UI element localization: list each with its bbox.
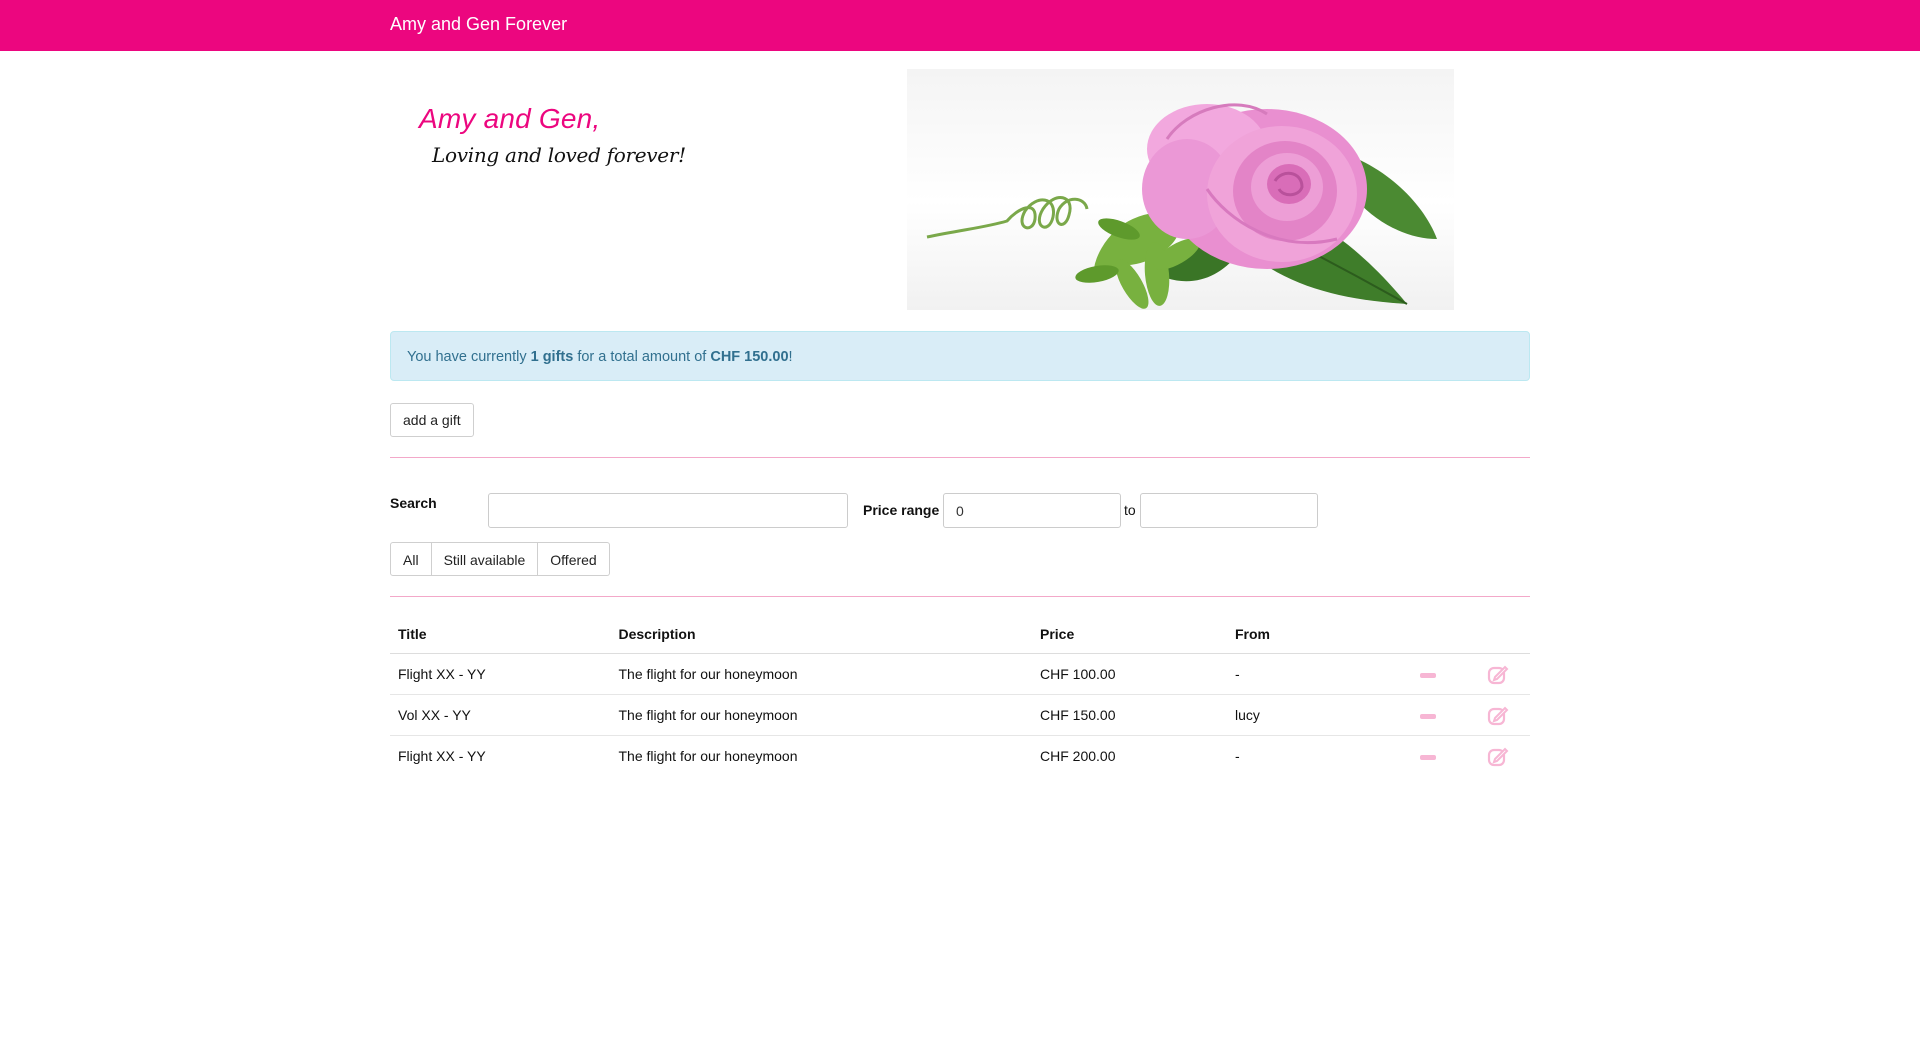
filter-offered-button[interactable]: Offered bbox=[538, 542, 610, 576]
edit-icon[interactable] bbox=[1487, 745, 1509, 767]
table-row: Flight XX - YY The flight for our honeym… bbox=[390, 653, 1530, 695]
header-description: Description bbox=[610, 614, 1032, 654]
minus-icon[interactable] bbox=[1420, 713, 1437, 719]
rose-illustration bbox=[926, 103, 1437, 309]
alert-gifts-count: 1 gifts bbox=[530, 349, 574, 365]
cell-description: The flight for our honeymoon bbox=[610, 653, 1032, 695]
gifts-table: Title Description Price From Flight XX -… bbox=[390, 614, 1530, 776]
header-from: From bbox=[1226, 614, 1391, 654]
table-header-row: Title Description Price From bbox=[390, 614, 1530, 654]
remove-cell bbox=[1391, 694, 1466, 736]
table-row: Vol XX - YY The flight for our honeymoon… bbox=[390, 694, 1530, 736]
filter-all-button[interactable]: All bbox=[390, 542, 432, 576]
edit-cell bbox=[1465, 694, 1530, 736]
gift-summary-alert: You have currently 1 gifts for a total a… bbox=[390, 331, 1530, 381]
add-gift-button[interactable]: add a gift bbox=[390, 403, 474, 437]
alert-middle: for a total amount of bbox=[573, 349, 711, 365]
header-remove bbox=[1391, 614, 1466, 654]
price-range-label: Price range bbox=[863, 502, 940, 518]
divider-bottom bbox=[390, 596, 1530, 597]
edit-icon[interactable] bbox=[1487, 663, 1509, 685]
remove-cell bbox=[1391, 653, 1466, 695]
cell-price: CHF 200.00 bbox=[1040, 748, 1116, 764]
edit-cell bbox=[1465, 653, 1530, 695]
alert-total-amount: CHF 150.00 bbox=[710, 349, 789, 365]
cell-from: lucy bbox=[1226, 694, 1391, 736]
price-to-label: to bbox=[1124, 502, 1136, 518]
hero-subtitle: Loving and loved forever! bbox=[432, 143, 686, 167]
price-min-input[interactable] bbox=[943, 493, 1121, 528]
rose-image bbox=[907, 69, 1454, 310]
hero-title: Amy and Gen, bbox=[419, 103, 601, 134]
navbar-brand[interactable]: Amy and Gen Forever bbox=[390, 14, 567, 35]
alert-prefix: You have currently bbox=[407, 349, 531, 365]
search-input[interactable] bbox=[488, 493, 848, 528]
remove-cell bbox=[1391, 736, 1465, 777]
minus-icon[interactable] bbox=[1420, 754, 1437, 760]
cell-title: Flight XX - YY bbox=[390, 653, 611, 695]
hero-text: Amy and Gen, Loving and loved forever! bbox=[419, 103, 839, 167]
divider-top bbox=[390, 457, 1530, 458]
cell-from: - bbox=[1226, 653, 1391, 695]
search-label: Search bbox=[390, 495, 437, 511]
cell-price: CHF 100.00 bbox=[1032, 653, 1227, 695]
alert-suffix: ! bbox=[788, 349, 793, 365]
header-title: Title bbox=[390, 614, 611, 654]
price-max-input[interactable] bbox=[1140, 493, 1318, 528]
status-filter-group: All Still available Offered bbox=[390, 542, 610, 576]
cell-from: - bbox=[1234, 748, 1240, 764]
navbar: Amy and Gen Forever bbox=[0, 0, 1920, 51]
cell-description: The flight for our honeymoon bbox=[610, 694, 1032, 736]
cell-price: CHF 150.00 bbox=[1032, 694, 1227, 736]
cell-title: Flight XX - YY bbox=[398, 748, 486, 764]
edit-icon[interactable] bbox=[1487, 704, 1509, 726]
cell-description: The flight for our honeymoon bbox=[618, 748, 798, 764]
minus-icon[interactable] bbox=[1420, 672, 1437, 678]
table-row: Flight XX - YY The flight for our honeym… bbox=[390, 736, 1530, 777]
header-edit bbox=[1465, 614, 1530, 654]
filter-still-available-button[interactable]: Still available bbox=[431, 542, 539, 576]
edit-cell bbox=[1465, 736, 1530, 777]
cell-title: Vol XX - YY bbox=[390, 694, 611, 736]
header-price: Price bbox=[1032, 614, 1227, 654]
